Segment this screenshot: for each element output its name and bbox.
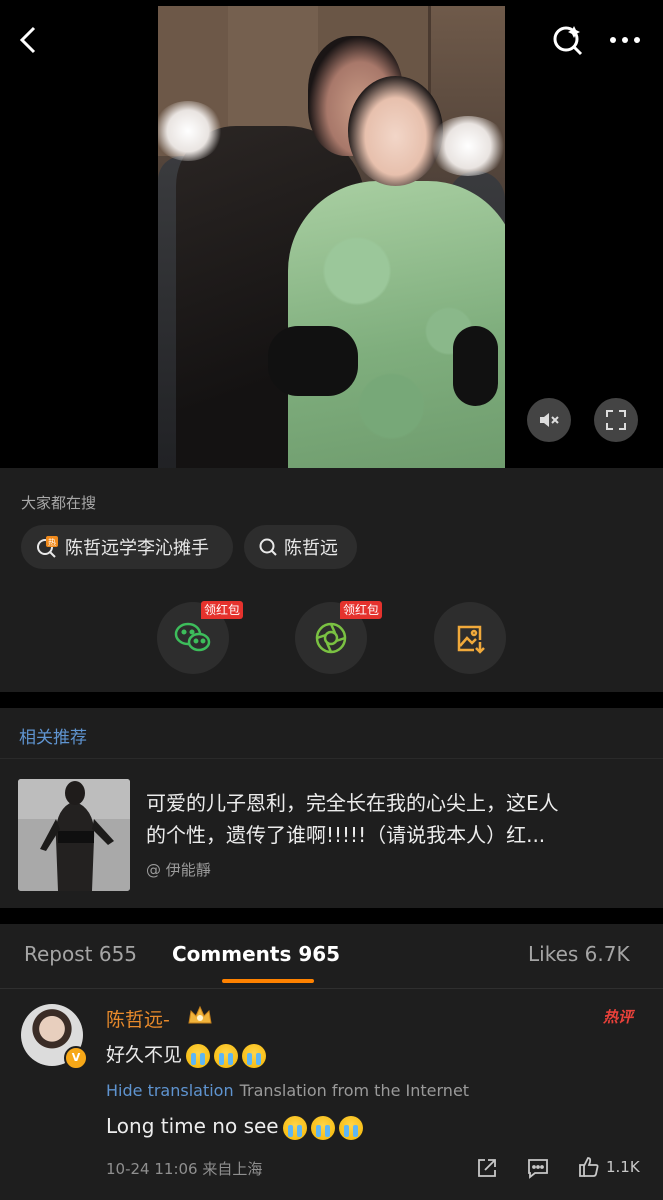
crown-icon <box>186 1003 214 1027</box>
related-thumbnail[interactable] <box>18 779 130 891</box>
mute-button[interactable] <box>527 398 571 442</box>
comment-reply-button[interactable] <box>527 1157 549 1183</box>
related-post-text[interactable]: 可爱的儿子恩利，完全长在我的心尖上，这E人 的个性，遗传了谁啊!!!!!（请说我… <box>146 787 641 851</box>
save-image-button[interactable] <box>434 602 506 674</box>
crying-emoji-icon <box>338 1115 363 1140</box>
save-image-icon <box>457 625 485 654</box>
comment-text: 好久不见 <box>106 1040 267 1068</box>
crying-emoji-icon <box>282 1115 307 1140</box>
hot-comment-tag: 热评 <box>603 1008 634 1026</box>
comment-like-button[interactable]: 1.1K <box>578 1156 640 1178</box>
moments-icon <box>315 622 347 654</box>
search-suggestion-hot[interactable]: 热 陈哲远学李沁摊手 <box>21 525 233 569</box>
fullscreen-button[interactable] <box>594 398 638 442</box>
comment-icon <box>528 1159 548 1179</box>
search-suggestion[interactable]: 陈哲远 <box>244 525 357 569</box>
like-count: 1.1K <box>606 1158 640 1176</box>
tab-repost[interactable]: Repost 655 <box>24 942 137 966</box>
red-packet-badge: 领红包 <box>340 601 383 619</box>
chevron-left-icon <box>19 26 36 54</box>
divider <box>0 758 663 759</box>
crying-emoji-icon <box>242 1043 267 1068</box>
related-author[interactable]: @ 伊能靜 <box>146 859 211 880</box>
search-icon <box>259 538 277 556</box>
more-button[interactable] <box>605 22 645 58</box>
translated-comment-body: Long time no see <box>106 1114 279 1138</box>
verified-badge: V <box>64 1046 88 1070</box>
search-button[interactable] <box>550 22 586 58</box>
speaker-muted-icon <box>540 413 559 427</box>
commenter-name[interactable]: 陈哲远- <box>106 1005 170 1032</box>
comment-location: 来自上海 <box>202 1160 263 1178</box>
back-button[interactable] <box>14 20 44 60</box>
crying-emoji-icon <box>310 1115 335 1140</box>
hide-translation-link[interactable]: Hide translation <box>106 1081 234 1100</box>
translation-row: Hide translation Translation from the Int… <box>106 1081 469 1100</box>
tab-likes[interactable]: Likes 6.7K <box>528 942 630 966</box>
video-frame[interactable] <box>158 6 505 468</box>
tab-comments[interactable]: Comments 965 <box>172 942 340 966</box>
wechat-icon <box>174 622 211 652</box>
comment-time: 10-24 11:06 <box>106 1160 198 1178</box>
search-icon <box>553 26 583 56</box>
crying-emoji-icon <box>214 1043 239 1068</box>
translation-source: Translation from the Internet <box>239 1081 470 1100</box>
translated-comment: Long time no see <box>106 1114 363 1140</box>
related-post-line: 的个性，遗传了谁啊!!!!!（请说我本人）红... <box>146 823 546 847</box>
more-icon <box>610 37 640 43</box>
share-icon <box>478 1159 496 1177</box>
hot-search-icon: 热 <box>37 536 58 558</box>
thumbnail-image <box>18 779 130 891</box>
svg-text:热: 热 <box>48 537 56 547</box>
fullscreen-icon <box>606 410 626 430</box>
search-suggestion-label: 陈哲远学李沁摊手 <box>65 538 209 559</box>
active-tab-indicator <box>222 979 314 983</box>
comment-text-body: 好久不见 <box>106 1044 183 1066</box>
comment-repost-button[interactable] <box>476 1157 498 1183</box>
search-suggestion-label: 陈哲远 <box>284 538 338 559</box>
thumbs-up-icon <box>579 1157 599 1177</box>
red-packet-badge: 领红包 <box>201 601 244 619</box>
comment-meta: 10-24 11:06 来自上海 <box>106 1158 262 1179</box>
related-post-line: 可爱的儿子恩利，完全长在我的心尖上，这E人 <box>146 791 559 815</box>
trending-search-heading: 大家都在搜 <box>21 494 97 512</box>
related-heading: 相关推荐 <box>19 728 87 748</box>
crying-emoji-icon <box>186 1043 211 1068</box>
